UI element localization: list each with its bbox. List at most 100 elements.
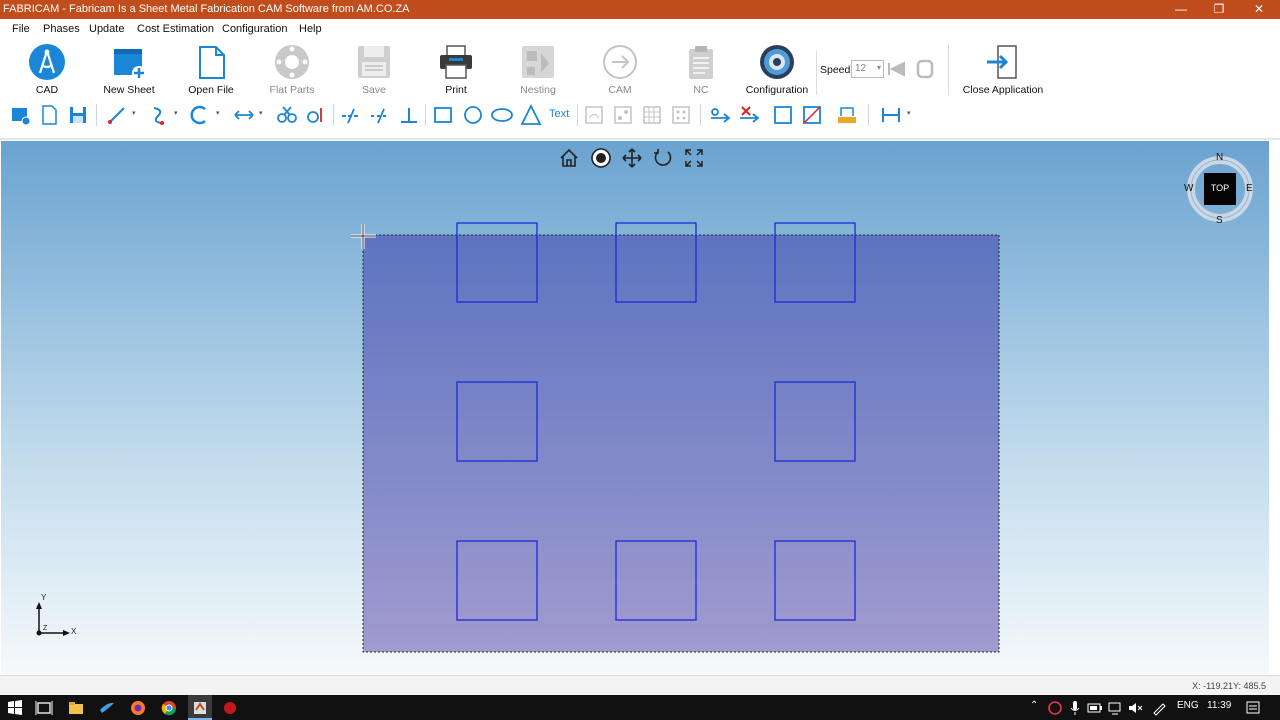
task-view-icon[interactable] — [34, 698, 54, 718]
text-tool-button[interactable]: Text — [549, 108, 569, 120]
view-cube-face[interactable]: TOP — [1204, 183, 1236, 193]
pattern-icon[interactable] — [612, 104, 634, 126]
save-button[interactable]: Save — [334, 39, 414, 101]
split-line-icon[interactable] — [369, 104, 391, 126]
menu-help[interactable]: Help — [299, 23, 322, 35]
arc-dropdown-icon[interactable]: ▾ — [216, 109, 220, 117]
compass-icon — [29, 44, 65, 80]
new-sheet-icon — [114, 49, 146, 80]
close-application-button[interactable]: Close Application — [962, 39, 1044, 101]
tray-chevron-up-icon[interactable]: ⌃ — [1030, 700, 1038, 711]
nesting-button[interactable]: Nesting — [498, 39, 578, 101]
file-explorer-icon[interactable] — [66, 698, 86, 718]
view-cube[interactable]: TOP N S E W — [1184, 152, 1256, 228]
menu-update[interactable]: Update — [89, 23, 124, 35]
zoom-extents-icon[interactable] — [683, 147, 705, 169]
menu-phases[interactable]: Phases — [43, 23, 80, 35]
cam-button[interactable]: CAM — [580, 39, 660, 101]
drawing-canvas[interactable] — [1, 141, 1269, 674]
configuration-label: Configuration — [745, 84, 809, 96]
metal-sheet[interactable] — [362, 234, 1000, 653]
save-icon[interactable] — [67, 104, 89, 126]
dimension-dropdown-icon[interactable]: ▾ — [259, 109, 263, 117]
os-taskbar: ⌃ ENG 11:39 — [0, 695, 1280, 720]
open-file-button[interactable]: Open File — [171, 39, 251, 101]
extend-icon[interactable] — [305, 104, 327, 126]
toolbar-separator — [868, 104, 869, 126]
join-icon[interactable] — [709, 104, 731, 126]
battery-icon[interactable] — [1087, 701, 1103, 715]
taskbar-active-app[interactable] — [188, 695, 212, 720]
compass-west[interactable]: W — [1184, 183, 1193, 194]
polyline-dropdown-icon[interactable]: ▾ — [174, 109, 178, 117]
speed-select[interactable]: 12 ▾ — [851, 60, 884, 78]
bird-app-icon[interactable] — [97, 698, 117, 718]
pen-icon[interactable] — [1151, 700, 1167, 716]
dots-array-icon[interactable] — [670, 104, 692, 126]
line-icon[interactable] — [106, 104, 128, 126]
configuration-button[interactable]: Configuration — [737, 39, 817, 101]
stop-icon[interactable] — [914, 59, 936, 79]
grid-array-icon[interactable] — [641, 104, 663, 126]
compass-south[interactable]: S — [1216, 215, 1223, 226]
polyline-icon[interactable] — [148, 104, 170, 126]
part-icon[interactable] — [583, 104, 605, 126]
firefox-icon[interactable] — [128, 698, 148, 718]
close-window-button[interactable]: ✕ — [1240, 0, 1278, 19]
menu-configuration[interactable]: Configuration — [222, 23, 287, 35]
rotate-icon[interactable] — [652, 147, 674, 169]
notification-center-icon[interactable] — [1245, 700, 1261, 716]
delete-join-icon[interactable] — [738, 104, 760, 126]
volume-muted-icon[interactable] — [1127, 700, 1143, 716]
pan-icon[interactable] — [621, 147, 643, 169]
cursor-coordinates: X: -119.21Y: 485.5 — [1192, 681, 1266, 691]
ellipse-icon[interactable] — [491, 104, 513, 126]
compass-east[interactable]: E — [1246, 183, 1253, 194]
scissors-icon[interactable] — [276, 104, 298, 126]
chrome-icon[interactable] — [159, 698, 179, 718]
break-line-icon[interactable] — [340, 104, 362, 126]
language-indicator[interactable]: ENG — [1177, 700, 1199, 711]
menu-file[interactable]: File — [12, 23, 30, 35]
flat-parts-label: Flat Parts — [269, 84, 315, 96]
perpendicular-icon[interactable] — [398, 104, 420, 126]
layers-icon[interactable] — [9, 104, 31, 126]
cad-viewport[interactable]: TOP N S E W Y X Z — [1, 141, 1269, 674]
windows-start-icon[interactable] — [5, 698, 25, 718]
new-file-icon[interactable] — [38, 104, 60, 126]
frame-icon[interactable] — [772, 104, 794, 126]
line-dropdown-icon[interactable]: ▾ — [132, 109, 136, 117]
red-app-icon[interactable] — [220, 698, 240, 718]
compass-north[interactable]: N — [1216, 152, 1223, 163]
print-label: Print — [445, 84, 467, 96]
print-button[interactable]: Print — [416, 39, 496, 101]
orbit-icon[interactable] — [590, 147, 612, 169]
measure-icon[interactable] — [880, 104, 902, 126]
open-file-label: Open File — [188, 84, 234, 96]
measure-dropdown-icon[interactable]: ▾ — [907, 109, 911, 117]
dimension-icon[interactable] — [233, 104, 255, 126]
new-sheet-button[interactable]: New Sheet — [89, 39, 169, 101]
diagonal-frame-icon[interactable] — [801, 104, 823, 126]
minimize-button[interactable]: — — [1162, 0, 1200, 19]
material-icon[interactable] — [836, 104, 858, 126]
rectangle-icon[interactable] — [432, 104, 454, 126]
flat-parts-button[interactable]: Flat Parts — [252, 39, 332, 101]
title-bar: FABRICAM - Fabricam Is a Sheet Metal Fab… — [0, 0, 1280, 19]
toolbar-separator — [96, 104, 97, 126]
arc-icon[interactable] — [189, 104, 211, 126]
flat-parts-icon — [275, 45, 309, 79]
step-back-icon[interactable] — [886, 60, 908, 78]
home-icon[interactable] — [558, 147, 580, 169]
circle-icon[interactable] — [462, 104, 484, 126]
tray-app-icon[interactable] — [1047, 700, 1063, 716]
triangle-icon[interactable] — [520, 104, 542, 126]
nc-button[interactable]: NC — [661, 39, 741, 101]
menu-cost-estimation[interactable]: Cost Estimation — [137, 23, 214, 35]
clock[interactable]: 11:39 — [1207, 700, 1231, 711]
microphone-icon[interactable] — [1068, 700, 1082, 716]
cad-button[interactable]: CAD — [7, 39, 87, 101]
network-icon[interactable] — [1107, 700, 1123, 716]
arrow-right-circle-icon — [603, 45, 637, 79]
restore-button[interactable]: ❐ — [1200, 0, 1238, 19]
